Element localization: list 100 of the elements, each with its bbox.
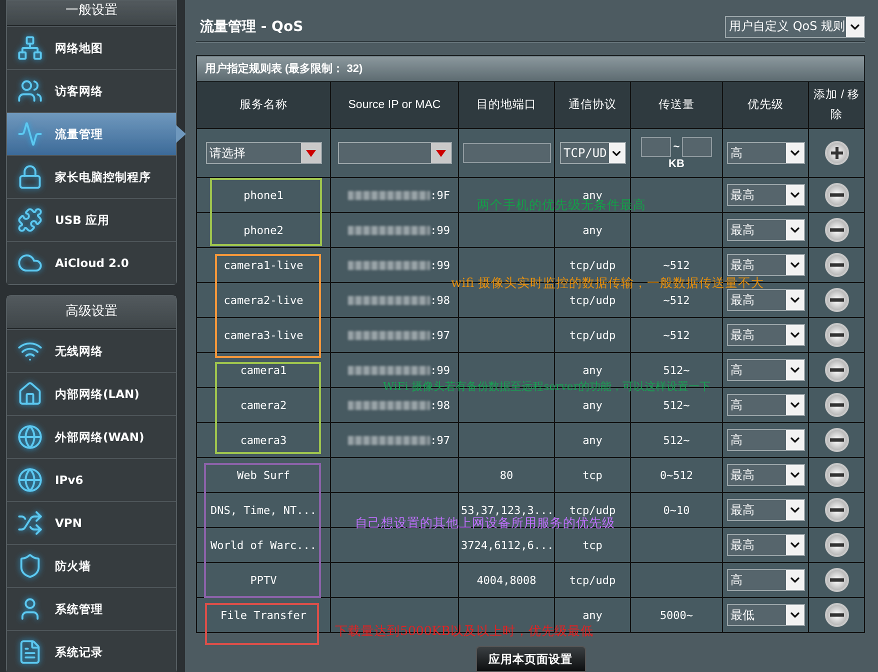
annotation-text: 下载量达到5000KB以及以上时，优先级最低 — [335, 624, 594, 638]
puzzle-icon — [17, 207, 43, 233]
minus-icon — [830, 333, 844, 338]
protocol-dropdown[interactable]: TCP/UD — [560, 142, 626, 164]
minus-icon — [830, 473, 844, 478]
chevron-icon — [786, 290, 804, 310]
priority-dropdown[interactable]: 最高 — [726, 289, 804, 312]
service-name: World of Warc... — [210, 538, 316, 552]
minus-icon — [830, 613, 844, 618]
minus-icon — [830, 543, 844, 548]
remove-button[interactable] — [824, 183, 848, 208]
service-name: DNS, Time, NT... — [210, 504, 316, 517]
remove-button[interactable] — [824, 288, 848, 312]
priority-dropdown[interactable]: 最高 — [726, 254, 804, 276]
remove-button[interactable] — [824, 358, 848, 382]
priority-dropdown[interactable]: 高 — [726, 142, 804, 164]
address-suffix: :98 — [430, 398, 450, 412]
page-title: 流量管理 - QoS — [200, 18, 304, 36]
chevron-icon — [786, 143, 804, 164]
column-header: 目的地端口 — [458, 82, 554, 129]
protocol-text: tcp/udp — [569, 258, 616, 272]
address-suffix: :98 — [430, 294, 450, 307]
remove-button[interactable] — [824, 218, 848, 242]
service-name: camera1 — [240, 364, 287, 377]
column-header: 服务名称 — [196, 82, 330, 129]
service-name: File Transfer — [220, 608, 307, 622]
amount-text: ~512 — [663, 294, 690, 307]
mode-dropdown[interactable]: 用户自定义 QoS 规则 — [725, 16, 866, 38]
globe-icon — [17, 467, 43, 493]
chevron-icon — [786, 395, 804, 416]
column-header: 添加 / 移除 — [808, 82, 865, 129]
chevron-icon — [786, 500, 804, 520]
service-name: camera2-live — [224, 294, 304, 307]
service-name: phone2 — [244, 224, 284, 237]
remove-button[interactable] — [824, 428, 848, 452]
apply-button[interactable]: 应用本页面设置 — [476, 646, 586, 672]
minus-icon — [830, 228, 844, 232]
port-text: 80 — [500, 468, 514, 482]
port-text: 3724,6112,6... — [461, 538, 554, 552]
priority-dropdown[interactable]: 最高 — [726, 499, 804, 522]
remove-button[interactable] — [824, 533, 848, 558]
remove-button[interactable] — [824, 498, 848, 522]
remove-button[interactable] — [824, 323, 848, 348]
priority-dropdown[interactable]: 最高 — [726, 184, 804, 206]
remove-button[interactable] — [824, 568, 848, 592]
protocol-text: any — [582, 608, 602, 622]
sidebar-item[interactable]: AiCloud 2.0 — [7, 241, 176, 284]
service-name: Web Surf — [237, 468, 290, 482]
protocol-text: tcp/udp — [569, 504, 616, 517]
remove-button[interactable] — [824, 253, 848, 278]
priority-dropdown[interactable]: 最高 — [726, 324, 804, 346]
section-header: 高级设置 — [7, 296, 176, 329]
port-text: 53,37,123,3... — [461, 504, 554, 517]
add-button[interactable] — [824, 141, 848, 166]
chevron-icon — [786, 185, 804, 206]
chevron-icon — [786, 535, 804, 556]
service-name: PPTV — [250, 574, 277, 587]
chevron-icon — [786, 605, 804, 626]
chevron-icon — [786, 465, 804, 486]
priority-dropdown[interactable]: 高 — [726, 394, 804, 416]
service-name: camera1-live — [224, 258, 304, 272]
protocol-text: tcp — [582, 468, 602, 482]
table-caption: 用户指定规则表 (最多限制： 32) — [196, 56, 865, 82]
source-dropdown[interactable] — [338, 142, 452, 164]
protocol-text: any — [582, 434, 602, 447]
amount-text: 512~ — [663, 364, 690, 377]
address-suffix: :99 — [430, 224, 450, 237]
protocol-text: tcp/udp — [569, 294, 616, 307]
amount-max-input[interactable] — [682, 136, 712, 157]
column-header: Source IP or MAC — [330, 82, 458, 129]
sidebar-item[interactable]: 系统记录 — [7, 630, 176, 672]
remove-button[interactable] — [824, 603, 848, 628]
globe-icon — [17, 424, 43, 450]
plus-icon — [830, 146, 844, 160]
amount-text: 512~ — [663, 398, 690, 412]
minus-icon — [830, 263, 844, 268]
priority-dropdown[interactable]: 最高 — [726, 464, 804, 486]
remove-button[interactable] — [824, 463, 848, 488]
priority-dropdown[interactable]: 高 — [726, 359, 804, 382]
amount-text: ~512 — [663, 258, 690, 272]
column-header: 传送量 — [630, 82, 722, 129]
column-header: 通信协议 — [554, 82, 630, 129]
amount-text: 512~ — [663, 434, 690, 447]
remove-button[interactable] — [824, 393, 848, 418]
chevron-icon — [608, 143, 624, 164]
service-name: camera2 — [240, 398, 287, 412]
priority-dropdown[interactable]: 最高 — [726, 534, 804, 556]
priority-dropdown[interactable]: 最高 — [726, 219, 804, 242]
priority-dropdown[interactable]: 最低 — [726, 604, 804, 626]
selection-pointer — [176, 125, 186, 143]
protocol-text: any — [582, 188, 602, 202]
priority-dropdown[interactable]: 高 — [726, 429, 804, 452]
chevron-icon — [786, 430, 804, 450]
amount-min-input[interactable] — [641, 136, 672, 157]
minus-icon — [830, 298, 844, 302]
chevron-icon — [786, 570, 804, 590]
service-dropdown[interactable]: 请选择 — [206, 142, 322, 164]
annotation-text: wifi 摄像头实时监控的数据传输，一般数据传送量不大 — [451, 276, 764, 290]
port-input[interactable] — [462, 143, 550, 164]
priority-dropdown[interactable]: 高 — [726, 569, 804, 592]
